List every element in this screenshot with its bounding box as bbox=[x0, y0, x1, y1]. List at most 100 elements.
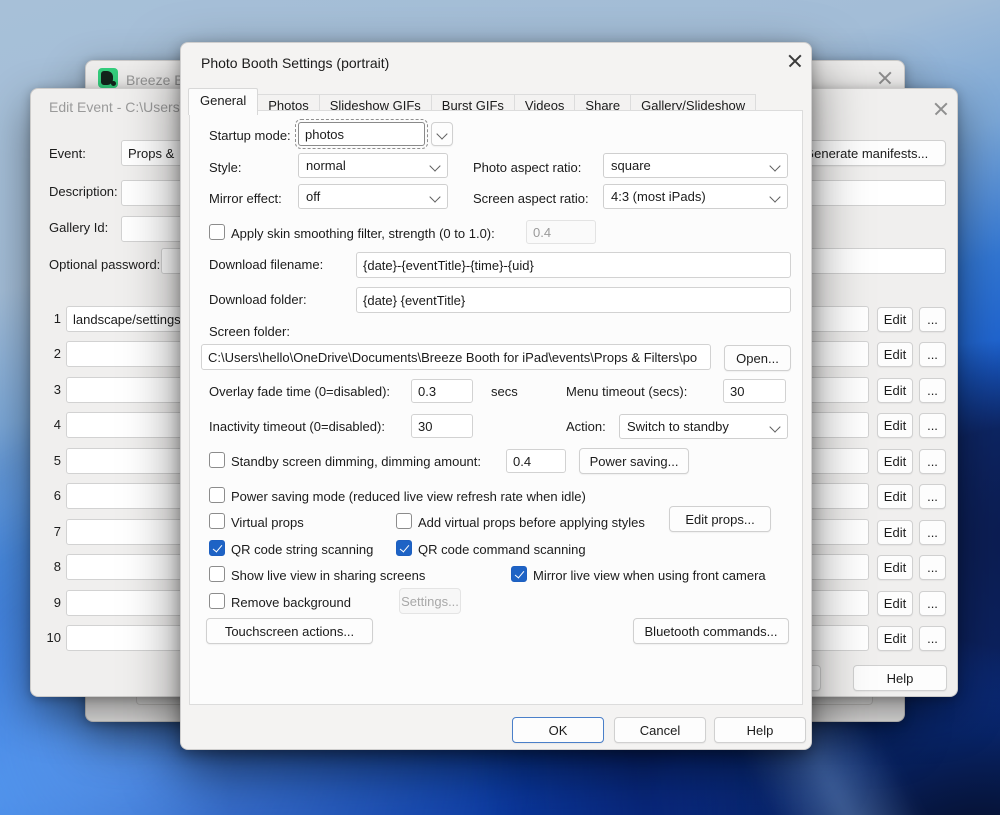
mirror-effect-label: Mirror effect: bbox=[209, 191, 282, 206]
add-virtual-props-label: Add virtual props before applying styles bbox=[418, 515, 645, 530]
mirror-effect-select[interactable]: off bbox=[298, 184, 448, 209]
row-3-more-button[interactable]: ... bbox=[919, 378, 946, 403]
edit-props-button[interactable]: Edit props... bbox=[669, 506, 771, 532]
action-value: Switch to standby bbox=[627, 419, 729, 434]
screen-folder-path-input[interactable]: C:\Users\hello\OneDrive\Documents\Breeze… bbox=[201, 344, 711, 370]
menu-timeout-input[interactable]: 30 bbox=[723, 379, 786, 403]
mirror-live-view-checkbox[interactable] bbox=[511, 566, 527, 582]
row-1-edit-button[interactable]: Edit bbox=[877, 307, 913, 332]
row-10-more-button[interactable]: ... bbox=[919, 626, 946, 651]
row-7-edit-button[interactable]: Edit bbox=[877, 520, 913, 545]
row-1-more-button[interactable]: ... bbox=[919, 307, 946, 332]
row-1-value: landscape/settings bbox=[73, 312, 181, 327]
edit-event-close-icon[interactable] bbox=[933, 101, 949, 117]
row-6-edit-button[interactable]: Edit bbox=[877, 484, 913, 509]
row-3-edit-button[interactable]: Edit bbox=[877, 378, 913, 403]
row-6-more-button[interactable]: ... bbox=[919, 484, 946, 509]
skin-smoothing-checkbox[interactable] bbox=[209, 224, 225, 240]
photo-booth-settings-dialog: Photo Booth Settings (portrait) General … bbox=[180, 42, 812, 750]
standby-dimming-label: Standby screen dimming, dimming amount: bbox=[231, 454, 481, 469]
breeze-close-icon[interactable] bbox=[877, 70, 893, 86]
row-8-more-button[interactable]: ... bbox=[919, 555, 946, 580]
bluetooth-commands-button[interactable]: Bluetooth commands... bbox=[633, 618, 789, 644]
screen-aspect-ratio-value: 4:3 (most iPads) bbox=[611, 189, 706, 204]
virtual-props-label: Virtual props bbox=[231, 515, 304, 530]
row-5-more-button[interactable]: ... bbox=[919, 449, 946, 474]
show-live-view-checkbox[interactable] bbox=[209, 566, 225, 582]
row-4-more-button[interactable]: ... bbox=[919, 413, 946, 438]
menu-timeout-value: 30 bbox=[730, 384, 744, 399]
startup-mode-value: photos bbox=[305, 127, 344, 142]
touchscreen-actions-button[interactable]: Touchscreen actions... bbox=[206, 618, 373, 644]
row-2-edit-button[interactable]: Edit bbox=[877, 342, 913, 367]
cancel-button[interactable]: Cancel bbox=[614, 717, 706, 743]
help-button[interactable]: Help bbox=[714, 717, 806, 743]
inactivity-timeout-input[interactable]: 30 bbox=[411, 414, 473, 438]
edit-event-window-title: Edit Event - C:\Users\ bbox=[49, 99, 184, 115]
screen-folder-path-value: C:\Users\hello\OneDrive\Documents\Breeze… bbox=[208, 350, 697, 365]
download-folder-input[interactable]: {date} {eventTitle} bbox=[356, 287, 791, 313]
download-folder-label: Download folder: bbox=[209, 292, 307, 307]
row-1-number: 1 bbox=[39, 311, 61, 326]
standby-dimming-amount-input[interactable]: 0.4 bbox=[506, 449, 566, 473]
row-4-edit-button[interactable]: Edit bbox=[877, 413, 913, 438]
photo-aspect-ratio-value: square bbox=[611, 158, 651, 173]
qr-string-scanning-checkbox[interactable] bbox=[209, 540, 225, 556]
qr-string-scanning-label: QR code string scanning bbox=[231, 542, 373, 557]
photo-aspect-ratio-select[interactable]: square bbox=[603, 153, 788, 178]
row-10-edit-button[interactable]: Edit bbox=[877, 626, 913, 651]
startup-mode-label: Startup mode: bbox=[209, 128, 291, 143]
style-select[interactable]: normal bbox=[298, 153, 448, 178]
ok-button[interactable]: OK bbox=[512, 717, 604, 743]
screen-aspect-ratio-label: Screen aspect ratio: bbox=[473, 191, 589, 206]
remove-background-checkbox[interactable] bbox=[209, 593, 225, 609]
row-4-number: 4 bbox=[39, 417, 61, 432]
action-select[interactable]: Switch to standby bbox=[619, 414, 788, 439]
qr-command-scanning-checkbox[interactable] bbox=[396, 540, 412, 556]
row-3-number: 3 bbox=[39, 382, 61, 397]
add-virtual-props-checkbox[interactable] bbox=[396, 513, 412, 529]
tab-general[interactable]: General bbox=[188, 88, 258, 115]
action-label: Action: bbox=[566, 419, 606, 434]
chevron-down-icon bbox=[769, 191, 780, 202]
screen-aspect-ratio-select[interactable]: 4:3 (most iPads) bbox=[603, 184, 788, 209]
row-9-more-button[interactable]: ... bbox=[919, 591, 946, 616]
open-folder-button[interactable]: Open... bbox=[724, 345, 791, 371]
overlay-fade-label: Overlay fade time (0=disabled): bbox=[209, 384, 390, 399]
virtual-props-checkbox[interactable] bbox=[209, 513, 225, 529]
row-8-edit-button[interactable]: Edit bbox=[877, 555, 913, 580]
power-saving-mode-label: Power saving mode (reduced live view ref… bbox=[231, 489, 586, 504]
power-saving-button[interactable]: Power saving... bbox=[579, 448, 689, 474]
standby-dimming-checkbox[interactable] bbox=[209, 452, 225, 468]
overlay-fade-value: 0.3 bbox=[418, 384, 436, 399]
skin-smoothing-strength-value: 0.4 bbox=[533, 225, 551, 240]
overlay-fade-input[interactable]: 0.3 bbox=[411, 379, 473, 403]
dialog-close-icon[interactable] bbox=[787, 53, 803, 69]
row-9-edit-button[interactable]: Edit bbox=[877, 591, 913, 616]
remove-background-settings-button[interactable]: Settings... bbox=[399, 588, 461, 614]
skin-smoothing-label: Apply skin smoothing filter, strength (0… bbox=[231, 226, 495, 241]
description-label: Description: bbox=[49, 184, 118, 199]
generate-manifests-label: Generate manifests... bbox=[804, 146, 928, 161]
download-folder-value: {date} {eventTitle} bbox=[363, 293, 465, 308]
optional-password-label: Optional password: bbox=[49, 257, 160, 272]
row-2-more-button[interactable]: ... bbox=[919, 342, 946, 367]
startup-mode-dropdown-button[interactable] bbox=[431, 122, 453, 146]
row-5-number: 5 bbox=[39, 453, 61, 468]
row-6-number: 6 bbox=[39, 488, 61, 503]
power-saving-mode-checkbox[interactable] bbox=[209, 487, 225, 503]
download-filename-input[interactable]: {date}-{eventTitle}-{time}-{uid} bbox=[356, 252, 791, 278]
overlay-fade-unit-label: secs bbox=[491, 384, 518, 399]
row-7-number: 7 bbox=[39, 524, 61, 539]
chevron-down-icon bbox=[436, 128, 447, 139]
remove-background-label: Remove background bbox=[231, 595, 351, 610]
edit-event-help-button[interactable]: Help bbox=[853, 665, 947, 691]
skin-smoothing-strength-input[interactable]: 0.4 bbox=[526, 220, 596, 244]
event-field-value: Props & bbox=[128, 146, 174, 161]
chevron-down-icon bbox=[769, 421, 780, 432]
startup-mode-combobox[interactable]: photos bbox=[298, 122, 425, 146]
show-live-view-label: Show live view in sharing screens bbox=[231, 568, 425, 583]
row-5-edit-button[interactable]: Edit bbox=[877, 449, 913, 474]
mirror-effect-value: off bbox=[306, 189, 320, 204]
row-7-more-button[interactable]: ... bbox=[919, 520, 946, 545]
